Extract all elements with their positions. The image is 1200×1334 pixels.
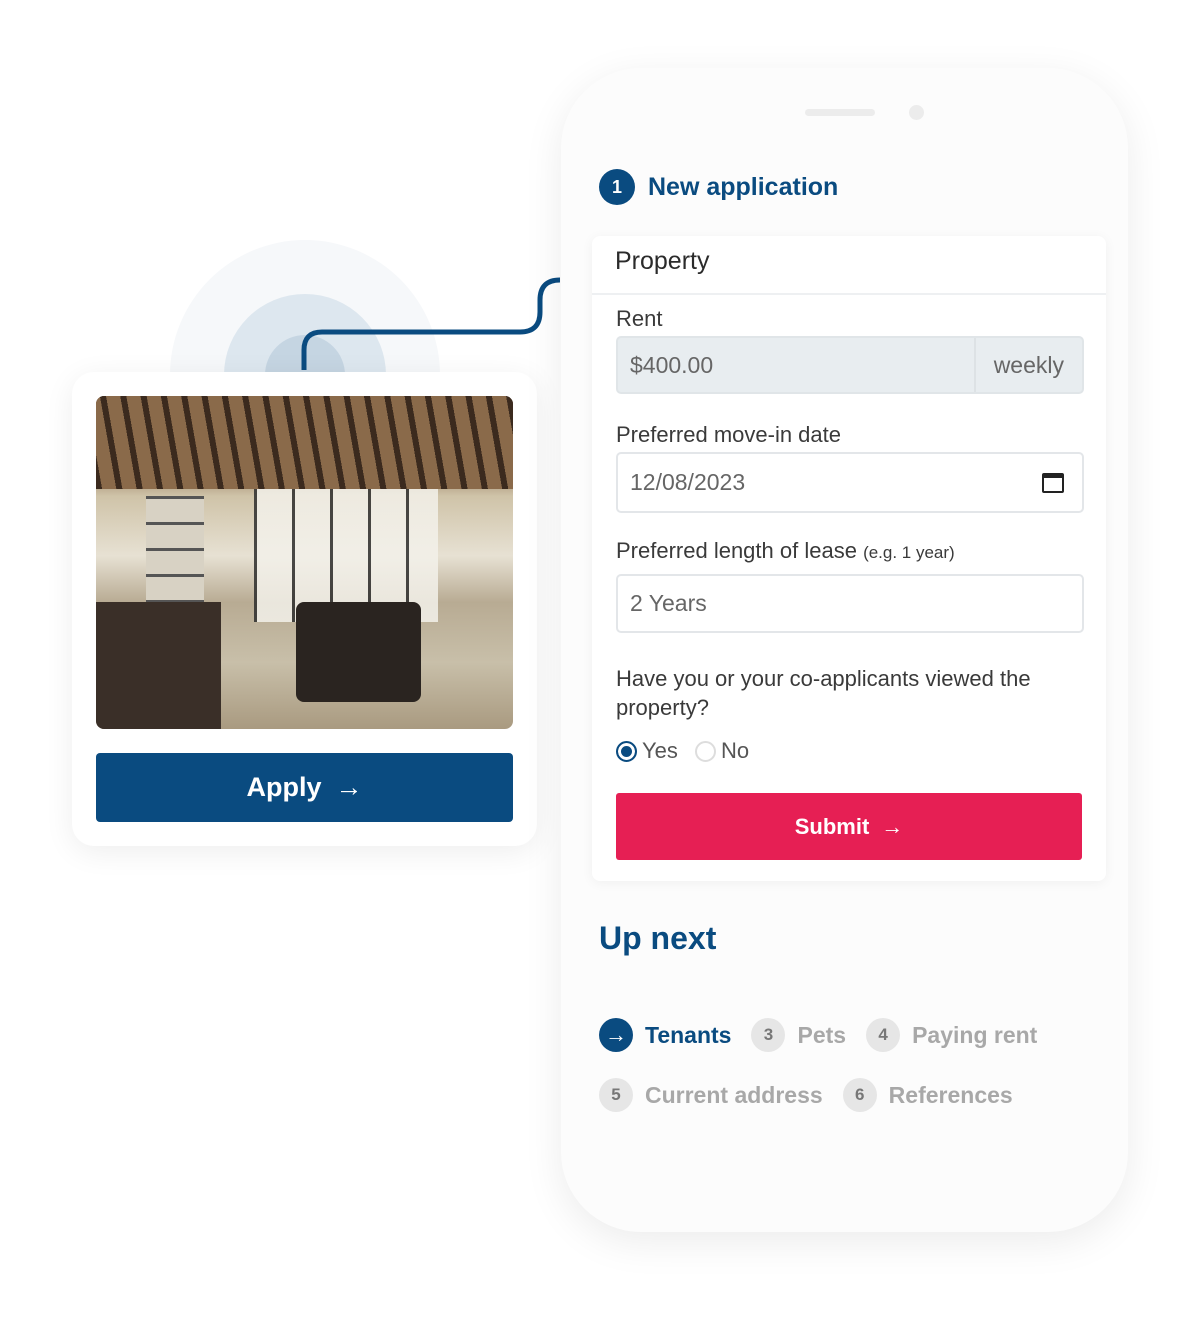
apply-label: Apply <box>246 772 322 802</box>
property-form: Property Rent $400.00 weekly Preferred m… <box>592 236 1106 881</box>
lease-length-input[interactable]: 2 Years <box>616 574 1084 633</box>
step-label: Paying rent <box>912 1021 1038 1048</box>
property-photo <box>96 396 513 729</box>
rent-value: $400.00 <box>630 351 714 378</box>
current-step-header: 1 New application <box>599 169 838 205</box>
step-tenants[interactable]: → Tenants <box>599 1018 731 1052</box>
radio-no[interactable]: No <box>695 738 749 764</box>
arrow-right-icon: → <box>599 1018 633 1052</box>
lease-value: 2 Years <box>630 590 707 616</box>
step-label: Current address <box>645 1081 823 1108</box>
steps-row: → Tenants 3 Pets 4 Paying rent <box>599 1018 1099 1052</box>
arrow-right-icon: → <box>335 772 363 802</box>
step-references[interactable]: 6 References <box>842 1078 1013 1112</box>
page-title: New application <box>648 172 839 201</box>
step-current-address[interactable]: 5 Current address <box>599 1078 823 1112</box>
viewed-question: Have you or your co-applicants viewed th… <box>616 666 1031 720</box>
lease-hint: (e.g. 1 year) <box>863 543 955 562</box>
section-title: Property <box>592 236 1106 295</box>
step-paying-rent[interactable]: 4 Paying rent <box>866 1018 1037 1052</box>
radio-yes-label: Yes <box>642 738 678 763</box>
step-pets[interactable]: 3 Pets <box>751 1018 846 1052</box>
step-label: References <box>888 1081 1013 1108</box>
phone-mockup: 1 New application Property Rent $400.00 … <box>561 68 1128 1232</box>
radio-button[interactable] <box>695 740 716 762</box>
step-number-badge: 1 <box>599 169 635 205</box>
move-in-date-input[interactable]: 12/08/2023 <box>616 452 1084 513</box>
step-number: 4 <box>866 1018 901 1052</box>
step-number: 3 <box>751 1018 786 1052</box>
submit-label: Submit <box>794 813 870 839</box>
radio-no-label: No <box>721 738 750 763</box>
step-number: 5 <box>599 1078 633 1112</box>
listing-card: Apply → <box>72 372 537 846</box>
step-label: Pets <box>797 1021 847 1048</box>
lease-label: Preferred length of lease (e.g. 1 year) <box>616 538 955 563</box>
step-label: Tenants <box>645 1021 732 1048</box>
up-next-heading: Up next <box>599 920 717 956</box>
arrow-right-icon: → <box>881 813 904 839</box>
radio-button-checked[interactable] <box>616 740 637 762</box>
phone-camera <box>909 105 924 120</box>
step-number: 6 <box>842 1078 877 1112</box>
apply-button[interactable]: Apply → <box>96 753 513 822</box>
submit-button[interactable]: Submit → <box>616 793 1082 860</box>
rent-period: weekly <box>973 338 1082 392</box>
steps-row: 5 Current address 6 References <box>599 1078 1099 1112</box>
calendar-icon[interactable] <box>1042 472 1064 493</box>
rent-label: Rent <box>616 306 663 331</box>
phone-speaker <box>805 109 875 116</box>
move-in-value: 12/08/2023 <box>630 469 746 495</box>
radio-yes[interactable]: Yes <box>616 738 678 764</box>
move-in-label: Preferred move-in date <box>616 422 841 447</box>
rent-input: $400.00 weekly <box>616 336 1084 394</box>
